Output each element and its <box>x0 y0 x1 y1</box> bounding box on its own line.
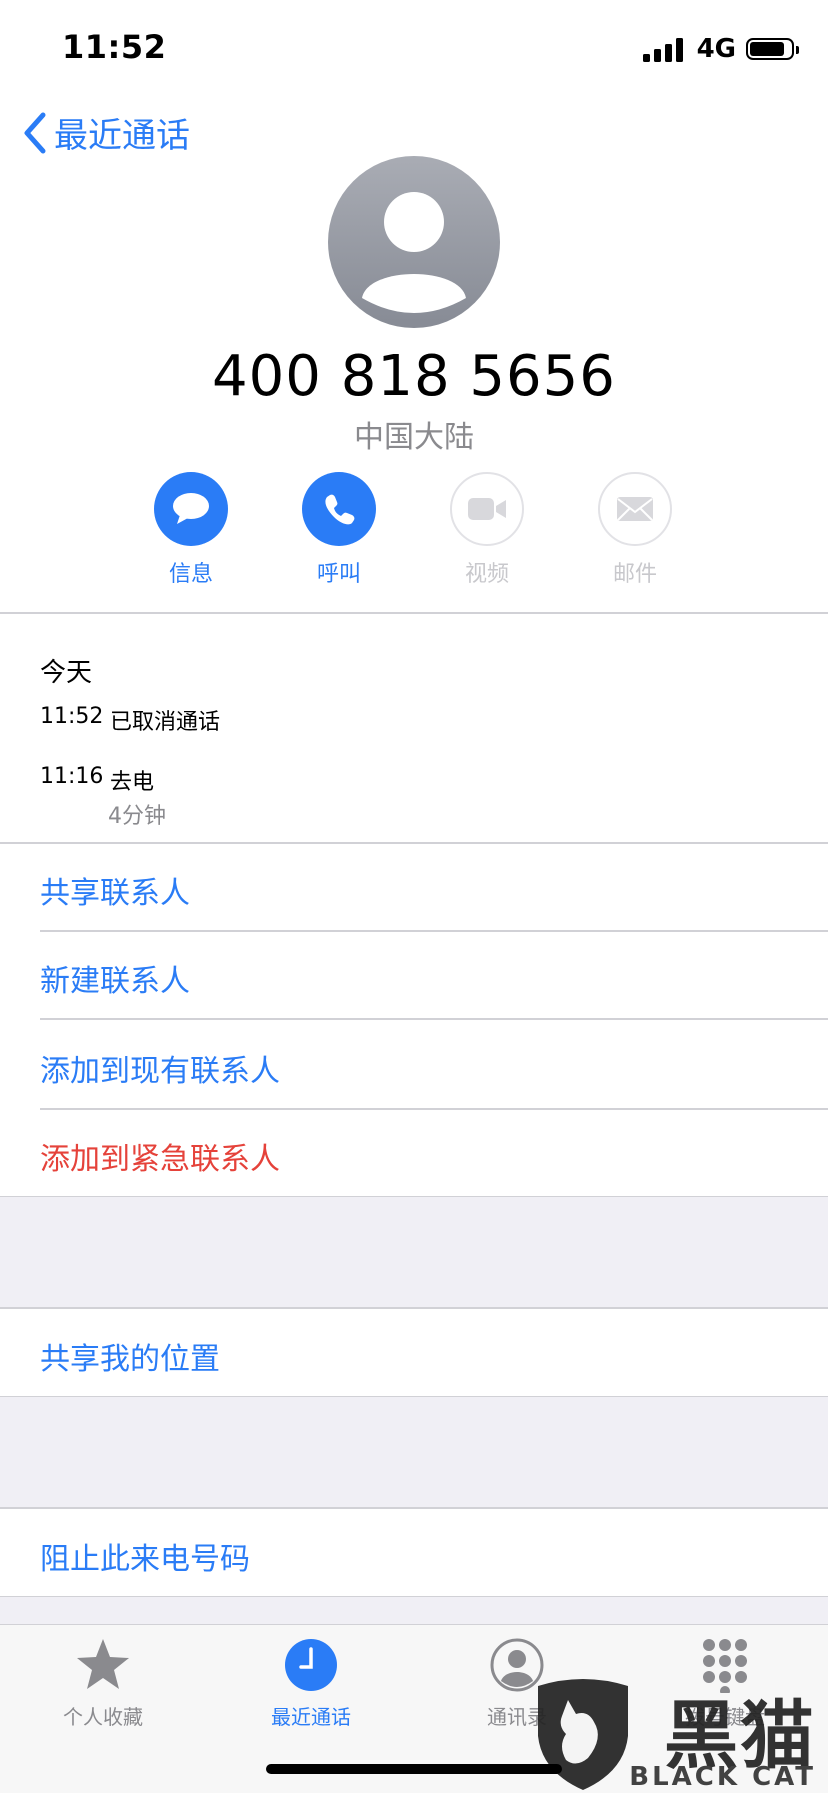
tab-label: 个人收藏 <box>63 1705 143 1729</box>
video-camera-icon <box>468 498 506 520</box>
call-time: 11:52 <box>40 704 104 729</box>
divider <box>40 1108 828 1110</box>
call-type: 已取消通话 <box>110 710 221 735</box>
person-silhouette-icon <box>362 192 466 313</box>
back-label: 最近通话 <box>54 116 190 156</box>
call-time: 11:16 <box>40 764 104 789</box>
new-contact-button[interactable]: 新建联系人 <box>40 956 190 1000</box>
section-spacer <box>0 1197 828 1307</box>
divider <box>0 1307 828 1309</box>
watermark-subtext: BLACK CAT <box>629 1762 816 1792</box>
divider <box>40 930 828 932</box>
add-existing-contact-button[interactable]: 添加到现有联系人 <box>40 1046 280 1090</box>
tab-recents[interactable]: 最近通话 <box>226 1637 396 1730</box>
status-time: 11:52 <box>62 28 167 66</box>
envelope-icon <box>617 497 653 521</box>
divider <box>40 1018 828 1020</box>
tab-favorites[interactable]: 个人收藏 <box>18 1637 188 1730</box>
block-number-button[interactable]: 阻止此来电号码 <box>40 1534 250 1578</box>
history-date: 今天 <box>40 658 93 688</box>
back-button[interactable]: 最近通话 <box>22 108 190 157</box>
call-button[interactable]: 呼叫 <box>284 472 394 588</box>
watermark: 黑猫 BLACK CAT <box>528 1676 828 1792</box>
battery-icon <box>746 38 799 60</box>
number-region: 中国大陆 <box>354 420 474 455</box>
message-button[interactable]: 信息 <box>136 472 246 588</box>
share-location-button[interactable]: 共享我的位置 <box>40 1334 220 1378</box>
chevron-left-icon <box>24 112 46 153</box>
message-label: 信息 <box>168 562 213 587</box>
cellular-signal-icon <box>642 36 683 62</box>
video-label: 视频 <box>464 562 509 587</box>
section-spacer <box>0 1597 828 1625</box>
add-emergency-contact-button[interactable]: 添加到紧急联系人 <box>40 1134 280 1178</box>
star-icon <box>77 1639 129 1689</box>
tab-label: 最近通话 <box>271 1705 351 1729</box>
call-duration: 4分钟 <box>108 804 166 829</box>
network-type: 4G <box>696 34 736 64</box>
status-icons: 4G <box>642 34 799 64</box>
share-contact-button[interactable]: 共享联系人 <box>40 868 190 912</box>
divider <box>0 842 828 844</box>
message-bubble-icon <box>173 493 209 524</box>
divider <box>0 1507 828 1509</box>
clock-icon <box>285 1639 337 1691</box>
divider <box>0 612 828 614</box>
phone-icon <box>325 494 355 525</box>
black-cat-shield-logo <box>538 1679 628 1790</box>
call-label: 呼叫 <box>316 562 361 587</box>
action-row: 信息 呼叫 视频 邮件 <box>0 472 828 592</box>
mail-button[interactable]: 邮件 <box>580 472 690 588</box>
call-type: 去电 <box>110 770 155 795</box>
contact-avatar <box>328 156 500 328</box>
video-button[interactable]: 视频 <box>432 472 542 588</box>
phone-number[interactable]: 400 818 5656 <box>0 344 828 409</box>
mail-label: 邮件 <box>612 562 657 587</box>
home-indicator[interactable] <box>266 1764 562 1774</box>
section-spacer <box>0 1397 828 1507</box>
